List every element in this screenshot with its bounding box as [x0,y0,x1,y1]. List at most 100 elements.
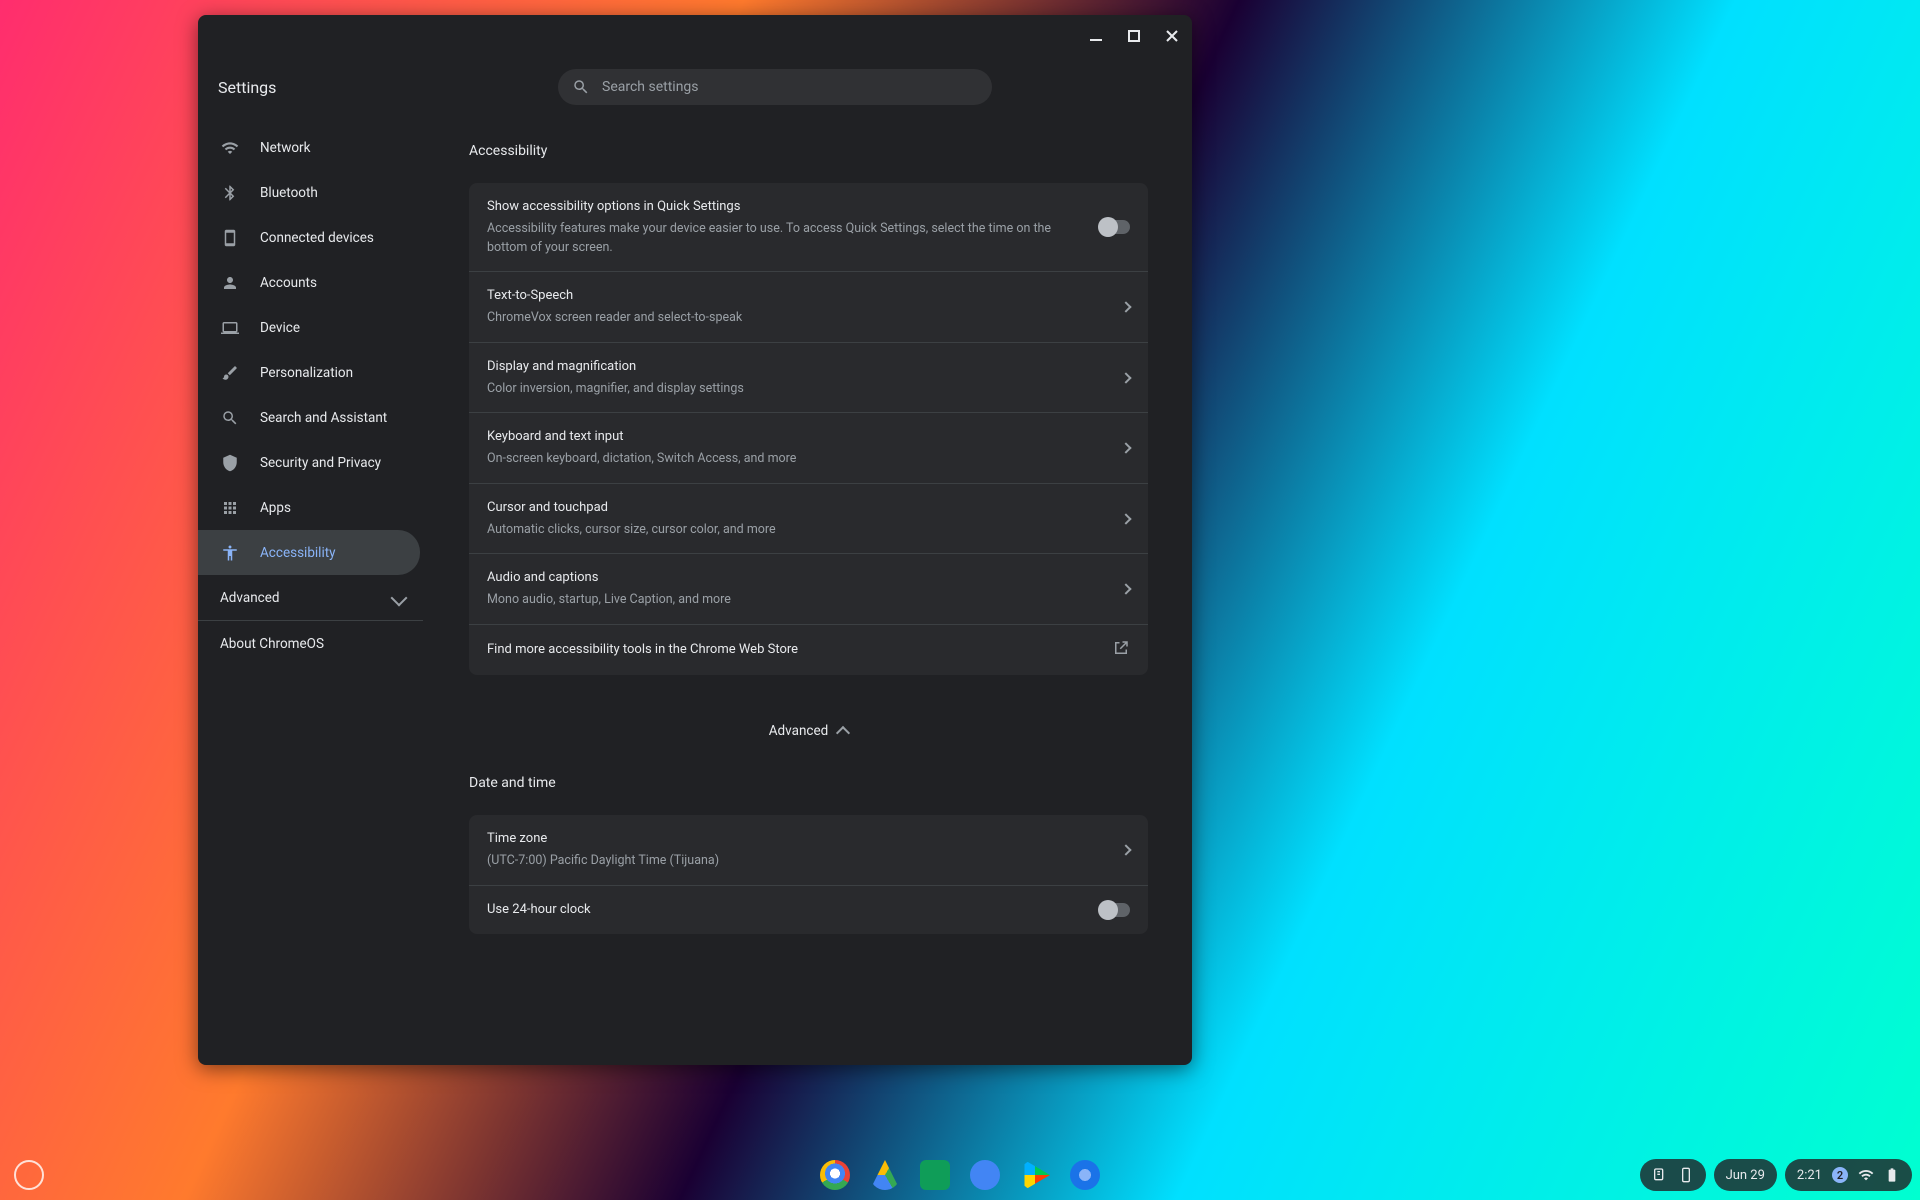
maximize-icon [1126,28,1142,44]
row-time-zone[interactable]: Time zone (UTC-7:00) Pacific Daylight Ti… [469,815,1148,886]
drive-app-icon[interactable] [870,1160,900,1190]
sidebar-item-label: Bluetooth [260,185,318,201]
sidebar-item-network[interactable]: Network [198,125,423,170]
sidebar-item-label: Accessibility [260,545,336,561]
sidebar-item-connected-devices[interactable]: Connected devices [198,215,423,260]
search-icon [572,78,590,96]
devices-icon [220,229,240,247]
sidebar-item-label: Device [260,320,300,336]
files-app-icon[interactable] [970,1160,1000,1190]
date-time-card: Time zone (UTC-7:00) Pacific Daylight Ti… [469,815,1148,934]
apps-icon [220,499,240,517]
launcher-button[interactable] [14,1160,44,1190]
external-link-icon [1112,639,1130,661]
accessibility-card: Show accessibility options in Quick Sett… [469,183,1148,675]
sidebar-item-device[interactable]: Device [198,305,423,350]
header-bar: Settings [198,57,1192,117]
sidebar-item-accounts[interactable]: Accounts [198,260,423,305]
window-titlebar [198,15,1192,57]
search-container[interactable] [558,69,992,105]
sidebar-item-personalization[interactable]: Personalization [198,350,423,395]
sidebar: Network Bluetooth Connected devices Acco… [198,117,423,1065]
sidebar-item-label: Connected devices [260,230,374,246]
phone-icon [1678,1167,1694,1183]
sidebar-item-security-privacy[interactable]: Security and Privacy [198,440,423,485]
sidebar-item-label: Security and Privacy [260,455,381,471]
toggle-24-hour[interactable] [1100,903,1130,917]
system-tray: Jun 29 2:21 2 [1640,1159,1912,1191]
close-icon [1164,28,1180,44]
settings-window: Settings Network Bluetooth Connected dev… [198,15,1192,1065]
row-display-magnification[interactable]: Display and magnification Color inversio… [469,343,1148,414]
toggle-quick-settings[interactable] [1100,220,1130,234]
sidebar-item-bluetooth[interactable]: Bluetooth [198,170,423,215]
sidebar-item-apps[interactable]: Apps [198,485,423,530]
sheets-app-icon[interactable] [920,1160,950,1190]
row-text-to-speech[interactable]: Text-to-Speech ChromeVox screen reader a… [469,272,1148,343]
chevron-right-icon [1120,442,1131,453]
row-desc: Automatic clicks, cursor size, cursor co… [487,521,1102,540]
window-body: Network Bluetooth Connected devices Acco… [198,117,1192,1065]
row-audio-captions[interactable]: Audio and captions Mono audio, startup, … [469,554,1148,625]
sidebar-item-about[interactable]: About ChromeOS [198,621,423,667]
settings-app-icon[interactable] [1070,1160,1100,1190]
status-pill[interactable]: 2:21 2 [1785,1159,1912,1191]
laptop-icon [220,319,240,337]
row-cursor-touchpad[interactable]: Cursor and touchpad Automatic clicks, cu… [469,484,1148,555]
app-title: Settings [218,78,558,97]
advanced-label: Advanced [769,723,829,739]
main-content: Accessibility Show accessibility options… [423,117,1192,1065]
wifi-status-icon [1858,1167,1874,1183]
chevron-right-icon [1120,372,1131,383]
shelf-apps [820,1160,1100,1190]
date-pill[interactable]: Jun 29 [1714,1159,1777,1191]
sidebar-advanced-toggle[interactable]: Advanced [198,575,423,621]
chevron-right-icon [1120,844,1131,855]
window-close-button[interactable] [1158,22,1186,50]
row-desc: On-screen keyboard, dictation, Switch Ac… [487,450,1102,469]
row-show-quick-settings[interactable]: Show accessibility options in Quick Sett… [469,183,1148,272]
row-title: Find more accessibility tools in the Chr… [487,640,1092,661]
sidebar-item-label: Search and Assistant [260,410,387,426]
row-keyboard-text-input[interactable]: Keyboard and text input On-screen keyboa… [469,413,1148,484]
window-maximize-button[interactable] [1120,22,1148,50]
sidebar-item-label: Personalization [260,365,353,381]
sidebar-item-accessibility[interactable]: Accessibility [198,530,420,575]
row-title: Keyboard and text input [487,427,1102,448]
row-desc: Accessibility features make your device … [487,220,1080,258]
tray-icons-pill[interactable] [1640,1159,1706,1191]
chevron-down-icon [391,589,408,606]
row-desc: Color inversion, magnifier, and display … [487,380,1102,399]
section-title-date-time: Date and time [469,775,1148,791]
row-title: Audio and captions [487,568,1102,589]
sidebar-about-label: About ChromeOS [220,636,324,652]
shield-icon [220,454,240,472]
sidebar-advanced-label: Advanced [220,590,280,606]
row-title: Cursor and touchpad [487,498,1102,519]
chevron-right-icon [1120,513,1131,524]
row-desc: (UTC-7:00) Pacific Daylight Time (Tijuan… [487,852,1102,871]
row-desc: ChromeVox screen reader and select-to-sp… [487,309,1102,328]
bluetooth-icon [220,184,240,202]
brush-icon [220,364,240,382]
person-icon [220,274,240,292]
row-title: Display and magnification [487,357,1102,378]
sidebar-item-label: Apps [260,500,291,516]
play-store-app-icon[interactable] [1020,1160,1050,1190]
sidebar-item-search-assistant[interactable]: Search and Assistant [198,395,423,440]
row-chrome-web-store[interactable]: Find more accessibility tools in the Chr… [469,625,1148,675]
chevron-right-icon [1120,584,1131,595]
search-icon [220,409,240,427]
advanced-separator[interactable]: Advanced [469,723,1148,739]
row-24-hour-clock[interactable]: Use 24-hour clock [469,886,1148,935]
chevron-up-icon [836,726,850,740]
wifi-icon [220,139,240,157]
shelf-date: Jun 29 [1726,1168,1765,1183]
chrome-app-icon[interactable] [820,1160,850,1190]
accessibility-icon [220,544,240,562]
window-minimize-button[interactable] [1082,22,1110,50]
search-input[interactable] [602,79,978,95]
row-title: Show accessibility options in Quick Sett… [487,197,1080,218]
sidebar-item-label: Accounts [260,275,317,291]
sidebar-item-label: Network [260,140,310,156]
